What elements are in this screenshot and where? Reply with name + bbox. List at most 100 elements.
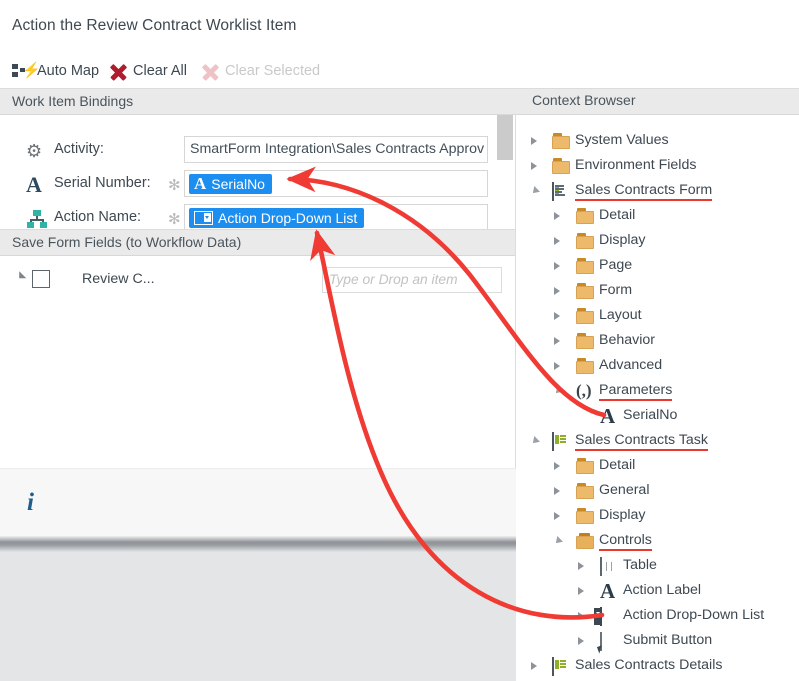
info-panel: i bbox=[0, 468, 516, 535]
table-icon bbox=[600, 557, 612, 576]
expander-closed-icon[interactable] bbox=[578, 562, 584, 570]
tree-node[interactable]: Display bbox=[516, 229, 799, 254]
tree-node[interactable]: System Values bbox=[516, 129, 799, 154]
expander-closed-icon[interactable] bbox=[578, 587, 584, 595]
scrollbar-thumb[interactable] bbox=[497, 115, 513, 160]
serial-number-field[interactable]: A SerialNo bbox=[184, 170, 488, 197]
expander-closed-icon[interactable] bbox=[554, 237, 560, 245]
tree-node[interactable]: Controls bbox=[516, 529, 799, 554]
action-name-field[interactable]: Action Drop-Down List bbox=[184, 204, 488, 231]
serial-number-chip[interactable]: A SerialNo bbox=[189, 174, 272, 194]
expander-open-icon[interactable] bbox=[530, 186, 540, 196]
expander-icon[interactable] bbox=[15, 271, 27, 282]
tree-node[interactable]: Layout bbox=[516, 304, 799, 329]
tree-node[interactable]: Form bbox=[516, 279, 799, 304]
tree-node-label: Page bbox=[599, 257, 633, 273]
tree-node-label: Environment Fields bbox=[575, 157, 697, 173]
activity-field[interactable]: SmartForm Integration\Sales Contracts Ap… bbox=[184, 136, 488, 163]
gear-icon: ⚙ bbox=[26, 141, 43, 161]
action-name-chip[interactable]: Action Drop-Down List bbox=[189, 208, 365, 228]
tree-node-label: Form bbox=[599, 282, 633, 298]
tree-node[interactable]: Sales Contracts Task bbox=[516, 429, 799, 454]
save-form-fields-row: Review C... Type or Drop an item bbox=[0, 263, 516, 297]
letter-a-icon: A bbox=[600, 579, 616, 603]
required-asterisk: ✻ bbox=[168, 211, 181, 228]
auto-map-label: Auto Map bbox=[37, 62, 100, 79]
app-window: Action the Review Contract Worklist Item… bbox=[0, 0, 799, 681]
tree-node[interactable]: Environment Fields bbox=[516, 154, 799, 179]
tree-node-label: Advanced bbox=[599, 357, 663, 373]
clear-selected-button[interactable]: Clear Selected bbox=[202, 56, 320, 86]
info-icon: i bbox=[27, 489, 34, 516]
clear-all-button[interactable]: Clear All bbox=[110, 56, 187, 86]
tree-node-label: Layout bbox=[599, 307, 642, 323]
expander-closed-icon[interactable] bbox=[554, 337, 560, 345]
task-icon bbox=[552, 657, 566, 676]
binding-row-activity: ⚙ Activity: SmartForm Integration\Sales … bbox=[0, 133, 516, 168]
clear-all-label: Clear All bbox=[133, 62, 187, 79]
red-x-icon-disabled bbox=[202, 63, 219, 81]
activity-value: SmartForm Integration\Sales Contracts Ap… bbox=[190, 141, 485, 157]
tree-node-label: Parameters bbox=[599, 382, 673, 401]
expander-closed-icon[interactable] bbox=[578, 612, 584, 620]
tree-node-label: Submit Button bbox=[623, 632, 713, 648]
tree-node[interactable]: Sales Contracts Details bbox=[516, 654, 799, 679]
node-icon-wrap: A bbox=[600, 406, 615, 428]
expander-closed-icon[interactable] bbox=[578, 637, 584, 645]
tree-node[interactable]: A SerialNo bbox=[516, 404, 799, 429]
expander-closed-icon[interactable] bbox=[531, 662, 537, 670]
tree-node[interactable]: Advanced bbox=[516, 354, 799, 379]
tree-node-label: Sales Contracts Form bbox=[575, 182, 713, 201]
tree-node[interactable]: Display bbox=[516, 504, 799, 529]
row-label: Review C... bbox=[82, 271, 155, 287]
expander-closed-icon[interactable] bbox=[531, 162, 537, 170]
action-name-label: Action Name: bbox=[54, 209, 142, 225]
letter-a-icon: A bbox=[194, 174, 207, 193]
tree-node-label: Display bbox=[599, 232, 646, 248]
drop-target-field[interactable]: Type or Drop an item bbox=[322, 267, 502, 293]
horizontal-splitter[interactable] bbox=[0, 535, 516, 552]
expander-closed-icon[interactable] bbox=[554, 462, 560, 470]
expander-closed-icon[interactable] bbox=[554, 362, 560, 370]
node-icon-wrap bbox=[552, 432, 566, 451]
expander-closed-icon[interactable] bbox=[554, 487, 560, 495]
save-form-fields-band: Save Form Fields (to Workflow Data) bbox=[0, 229, 516, 256]
expander-open-icon[interactable] bbox=[553, 536, 563, 546]
tree-node[interactable]: A Action Label bbox=[516, 579, 799, 604]
tree-node[interactable]: Submit Button bbox=[516, 629, 799, 654]
expander-open-icon[interactable] bbox=[530, 436, 540, 446]
tree-node[interactable]: (,) Parameters bbox=[516, 379, 799, 404]
expander-open-icon[interactable] bbox=[553, 386, 563, 396]
tree-node-label: Sales Contracts Task bbox=[575, 432, 708, 451]
node-icon-wrap bbox=[552, 182, 565, 201]
left-panel-scrollbar[interactable] bbox=[497, 115, 513, 229]
expander-closed-icon[interactable] bbox=[554, 312, 560, 320]
auto-map-button[interactable]: ⚡ Auto Map bbox=[12, 56, 99, 86]
red-x-icon bbox=[110, 63, 127, 81]
expander-closed-icon[interactable] bbox=[554, 287, 560, 295]
tree-node[interactable]: Sales Contracts Form bbox=[516, 179, 799, 204]
tree-node[interactable]: General bbox=[516, 479, 799, 504]
node-icon-wrap bbox=[600, 557, 612, 576]
tree-node[interactable]: Detail bbox=[516, 204, 799, 229]
work-item-bindings-header: Work Item Bindings bbox=[12, 93, 134, 109]
auto-map-icon: ⚡ bbox=[12, 63, 41, 80]
tree-node-label: Table bbox=[623, 557, 657, 573]
tree-node-label: Sales Contracts Details bbox=[575, 657, 723, 673]
row-checkbox[interactable] bbox=[32, 270, 50, 288]
tree-node[interactable]: Page bbox=[516, 254, 799, 279]
expander-closed-icon[interactable] bbox=[554, 212, 560, 220]
tree-node[interactable]: Table bbox=[516, 554, 799, 579]
expander-closed-icon[interactable] bbox=[554, 512, 560, 520]
tree-node[interactable]: Detail bbox=[516, 454, 799, 479]
panel-headers-band: Work Item Bindings bbox=[0, 88, 799, 115]
node-icon-wrap: (,) bbox=[576, 382, 592, 401]
expander-closed-icon[interactable] bbox=[554, 262, 560, 270]
serial-number-chip-label: SerialNo bbox=[211, 176, 265, 192]
toolbar: ⚡ Auto Map Clear All Clear Selected bbox=[0, 56, 799, 88]
tree-node[interactable]: Behavior bbox=[516, 329, 799, 354]
binding-row-serial-number: A Serial Number: ✻ A SerialNo bbox=[0, 167, 516, 202]
tree-node[interactable]: Action Drop-Down List bbox=[516, 604, 799, 629]
expander-closed-icon[interactable] bbox=[531, 137, 537, 145]
task-icon bbox=[552, 432, 566, 451]
